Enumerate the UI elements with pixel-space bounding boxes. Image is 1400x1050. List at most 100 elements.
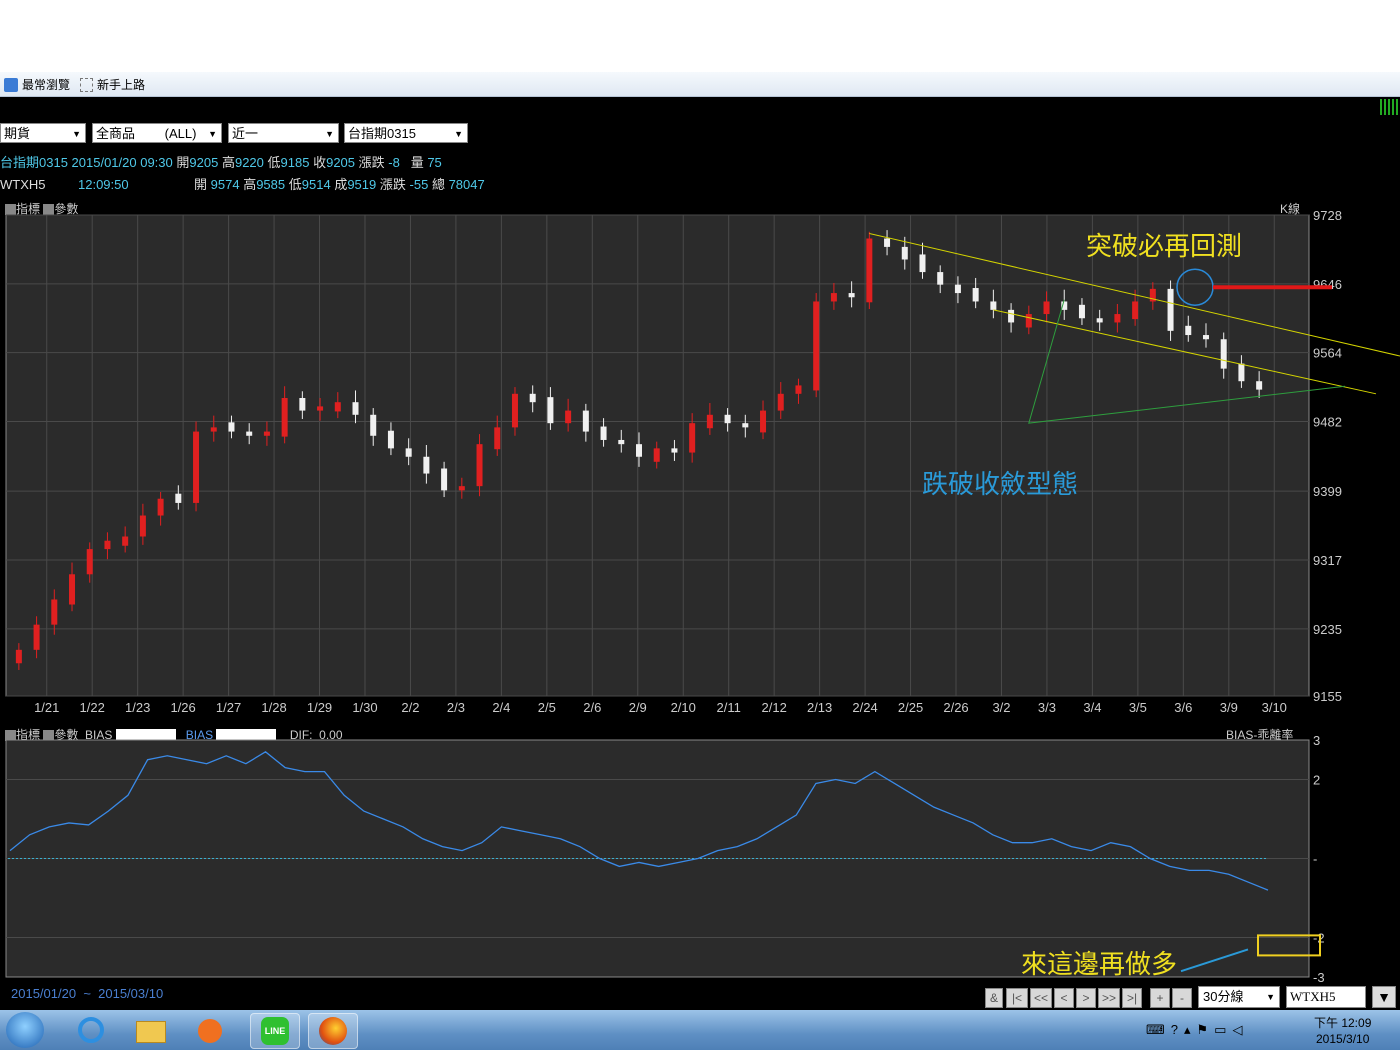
- nav-button-0[interactable]: &: [985, 988, 1003, 1008]
- candle-body: [884, 238, 891, 247]
- candle-body: [653, 448, 660, 462]
- interval-select[interactable]: 30分線 ▼: [1198, 986, 1280, 1008]
- y-tick-label: 9728: [1313, 208, 1342, 223]
- nav-button-7[interactable]: +: [1150, 988, 1170, 1008]
- annotation-buy: 來這邊再做多: [1021, 949, 1177, 979]
- firefox-icon[interactable]: [308, 1013, 358, 1049]
- x-tick-label: 2/12: [762, 700, 787, 715]
- candle-body: [1008, 309, 1015, 323]
- x-tick-label: 1/28: [261, 700, 286, 715]
- start-orb-icon[interactable]: [6, 1012, 44, 1048]
- candle-body: [760, 410, 767, 433]
- candle-body: [122, 536, 129, 546]
- x-tick-label: 2/26: [943, 700, 968, 715]
- candle-body: [51, 599, 58, 625]
- dropdown-button[interactable]: ▼: [1372, 986, 1396, 1008]
- clock-time[interactable]: 下午 12:09: [1314, 1014, 1371, 1031]
- candle-body: [600, 426, 607, 440]
- candle-body: [263, 431, 270, 436]
- candle-body: [1238, 363, 1245, 382]
- x-tick-label: 1/23: [125, 700, 150, 715]
- date-to: 2015/03/10: [98, 986, 164, 1001]
- candle-body: [299, 397, 306, 411]
- favorites-item-most-visited[interactable]: 最常瀏覽: [4, 76, 70, 93]
- nav-button-8[interactable]: -: [1172, 988, 1192, 1008]
- candle-body: [405, 448, 412, 457]
- x-tick-label: 3/4: [1083, 700, 1101, 715]
- candle-body: [494, 427, 501, 450]
- candle-body: [33, 624, 40, 650]
- x-tick-label: 3/5: [1129, 700, 1147, 715]
- date-from: 2015/01/20: [11, 986, 77, 1001]
- x-tick-label: 1/27: [216, 700, 241, 715]
- bias-y-tick-label: -2: [1313, 931, 1325, 946]
- candle-body: [458, 486, 465, 491]
- media-player-icon[interactable]: [186, 1013, 234, 1047]
- candle-body: [157, 498, 164, 516]
- triangle-down-icon: ▼: [1377, 989, 1391, 1005]
- x-tick-label: 2/10: [671, 700, 696, 715]
- nav-button-4[interactable]: >: [1076, 988, 1096, 1008]
- nav-button-5[interactable]: >>: [1098, 988, 1120, 1008]
- symbol-input[interactable]: WTXH5: [1286, 986, 1366, 1008]
- nav-button-3[interactable]: <: [1054, 988, 1074, 1008]
- candle-body: [1078, 304, 1085, 319]
- candle-body: [511, 393, 518, 428]
- candle-body: [193, 431, 200, 503]
- candle-body: [1185, 325, 1192, 336]
- windows-taskbar: LINE ⌨?▴⚑▭◁ 下午 12:09 2015/3/10: [0, 1010, 1400, 1050]
- bias-y-tick-label: 3: [1313, 733, 1320, 748]
- candle-body: [423, 456, 430, 474]
- candle-body: [636, 444, 642, 457]
- y-tick-label: 9155: [1313, 689, 1342, 704]
- candle-body: [370, 414, 377, 436]
- x-tick-label: 2/25: [898, 700, 923, 715]
- candle-body: [830, 293, 837, 302]
- bias-y-tick-label: 2: [1313, 773, 1320, 788]
- x-tick-label: 3/2: [992, 700, 1010, 715]
- system-tray-icons[interactable]: ⌨?▴⚑▭◁: [1146, 1022, 1248, 1038]
- candle-body: [795, 385, 802, 394]
- nav-button-2[interactable]: <<: [1030, 988, 1052, 1008]
- candle-body: [919, 254, 926, 273]
- nav-button-6[interactable]: >|: [1122, 988, 1142, 1008]
- annotation-breakdown: 跌破收斂型態: [922, 469, 1078, 499]
- chart-canvas[interactable]: 9728 9646 9564 9482 9399 9317 9235 9155 1/21 1/22…: [0, 97, 1400, 1010]
- candle-body: [901, 246, 908, 260]
- nav-button-1[interactable]: |<: [1006, 988, 1028, 1008]
- symbol-input-value: WTXH5: [1290, 989, 1336, 1004]
- favorites-item-label: 新手上路: [97, 78, 146, 92]
- candle-body: [990, 301, 997, 310]
- chevron-down-icon: ▼: [1266, 992, 1275, 1002]
- favorites-item-getting-started[interactable]: 新手上路: [80, 76, 145, 93]
- x-tick-label: 1/29: [307, 700, 332, 715]
- candle-body: [529, 393, 536, 403]
- page-icon: [80, 77, 93, 92]
- candle-body: [671, 448, 678, 453]
- candle-body: [175, 493, 182, 503]
- candle-body: [317, 406, 324, 411]
- x-tick-label: 3/9: [1220, 700, 1238, 715]
- candle-body: [1220, 339, 1227, 369]
- clock-date[interactable]: 2015/3/10: [1316, 1032, 1369, 1046]
- interval-select-value: 30分線: [1203, 989, 1244, 1004]
- candle-body: [139, 515, 146, 537]
- candle-body: [724, 414, 731, 424]
- candle-body: [246, 431, 253, 436]
- x-tick-label: 3/3: [1038, 700, 1056, 715]
- ie-icon[interactable]: [66, 1013, 114, 1047]
- x-tick-label: 2/2: [401, 700, 419, 715]
- x-tick-label: 3/6: [1174, 700, 1192, 715]
- date-tilde: ~: [83, 986, 91, 1001]
- candle-body: [742, 423, 749, 428]
- line-icon[interactable]: LINE: [250, 1013, 300, 1049]
- candle-body: [813, 301, 820, 391]
- candle-body: [1114, 314, 1121, 323]
- x-tick-label: 3/10: [1262, 700, 1287, 715]
- candle-body: [582, 410, 589, 432]
- x-tick-label: 1/30: [352, 700, 377, 715]
- explorer-icon[interactable]: [126, 1013, 174, 1047]
- candle-body: [954, 284, 961, 294]
- bias-y-tick-label: -: [1313, 852, 1317, 867]
- x-tick-label: 2/4: [492, 700, 510, 715]
